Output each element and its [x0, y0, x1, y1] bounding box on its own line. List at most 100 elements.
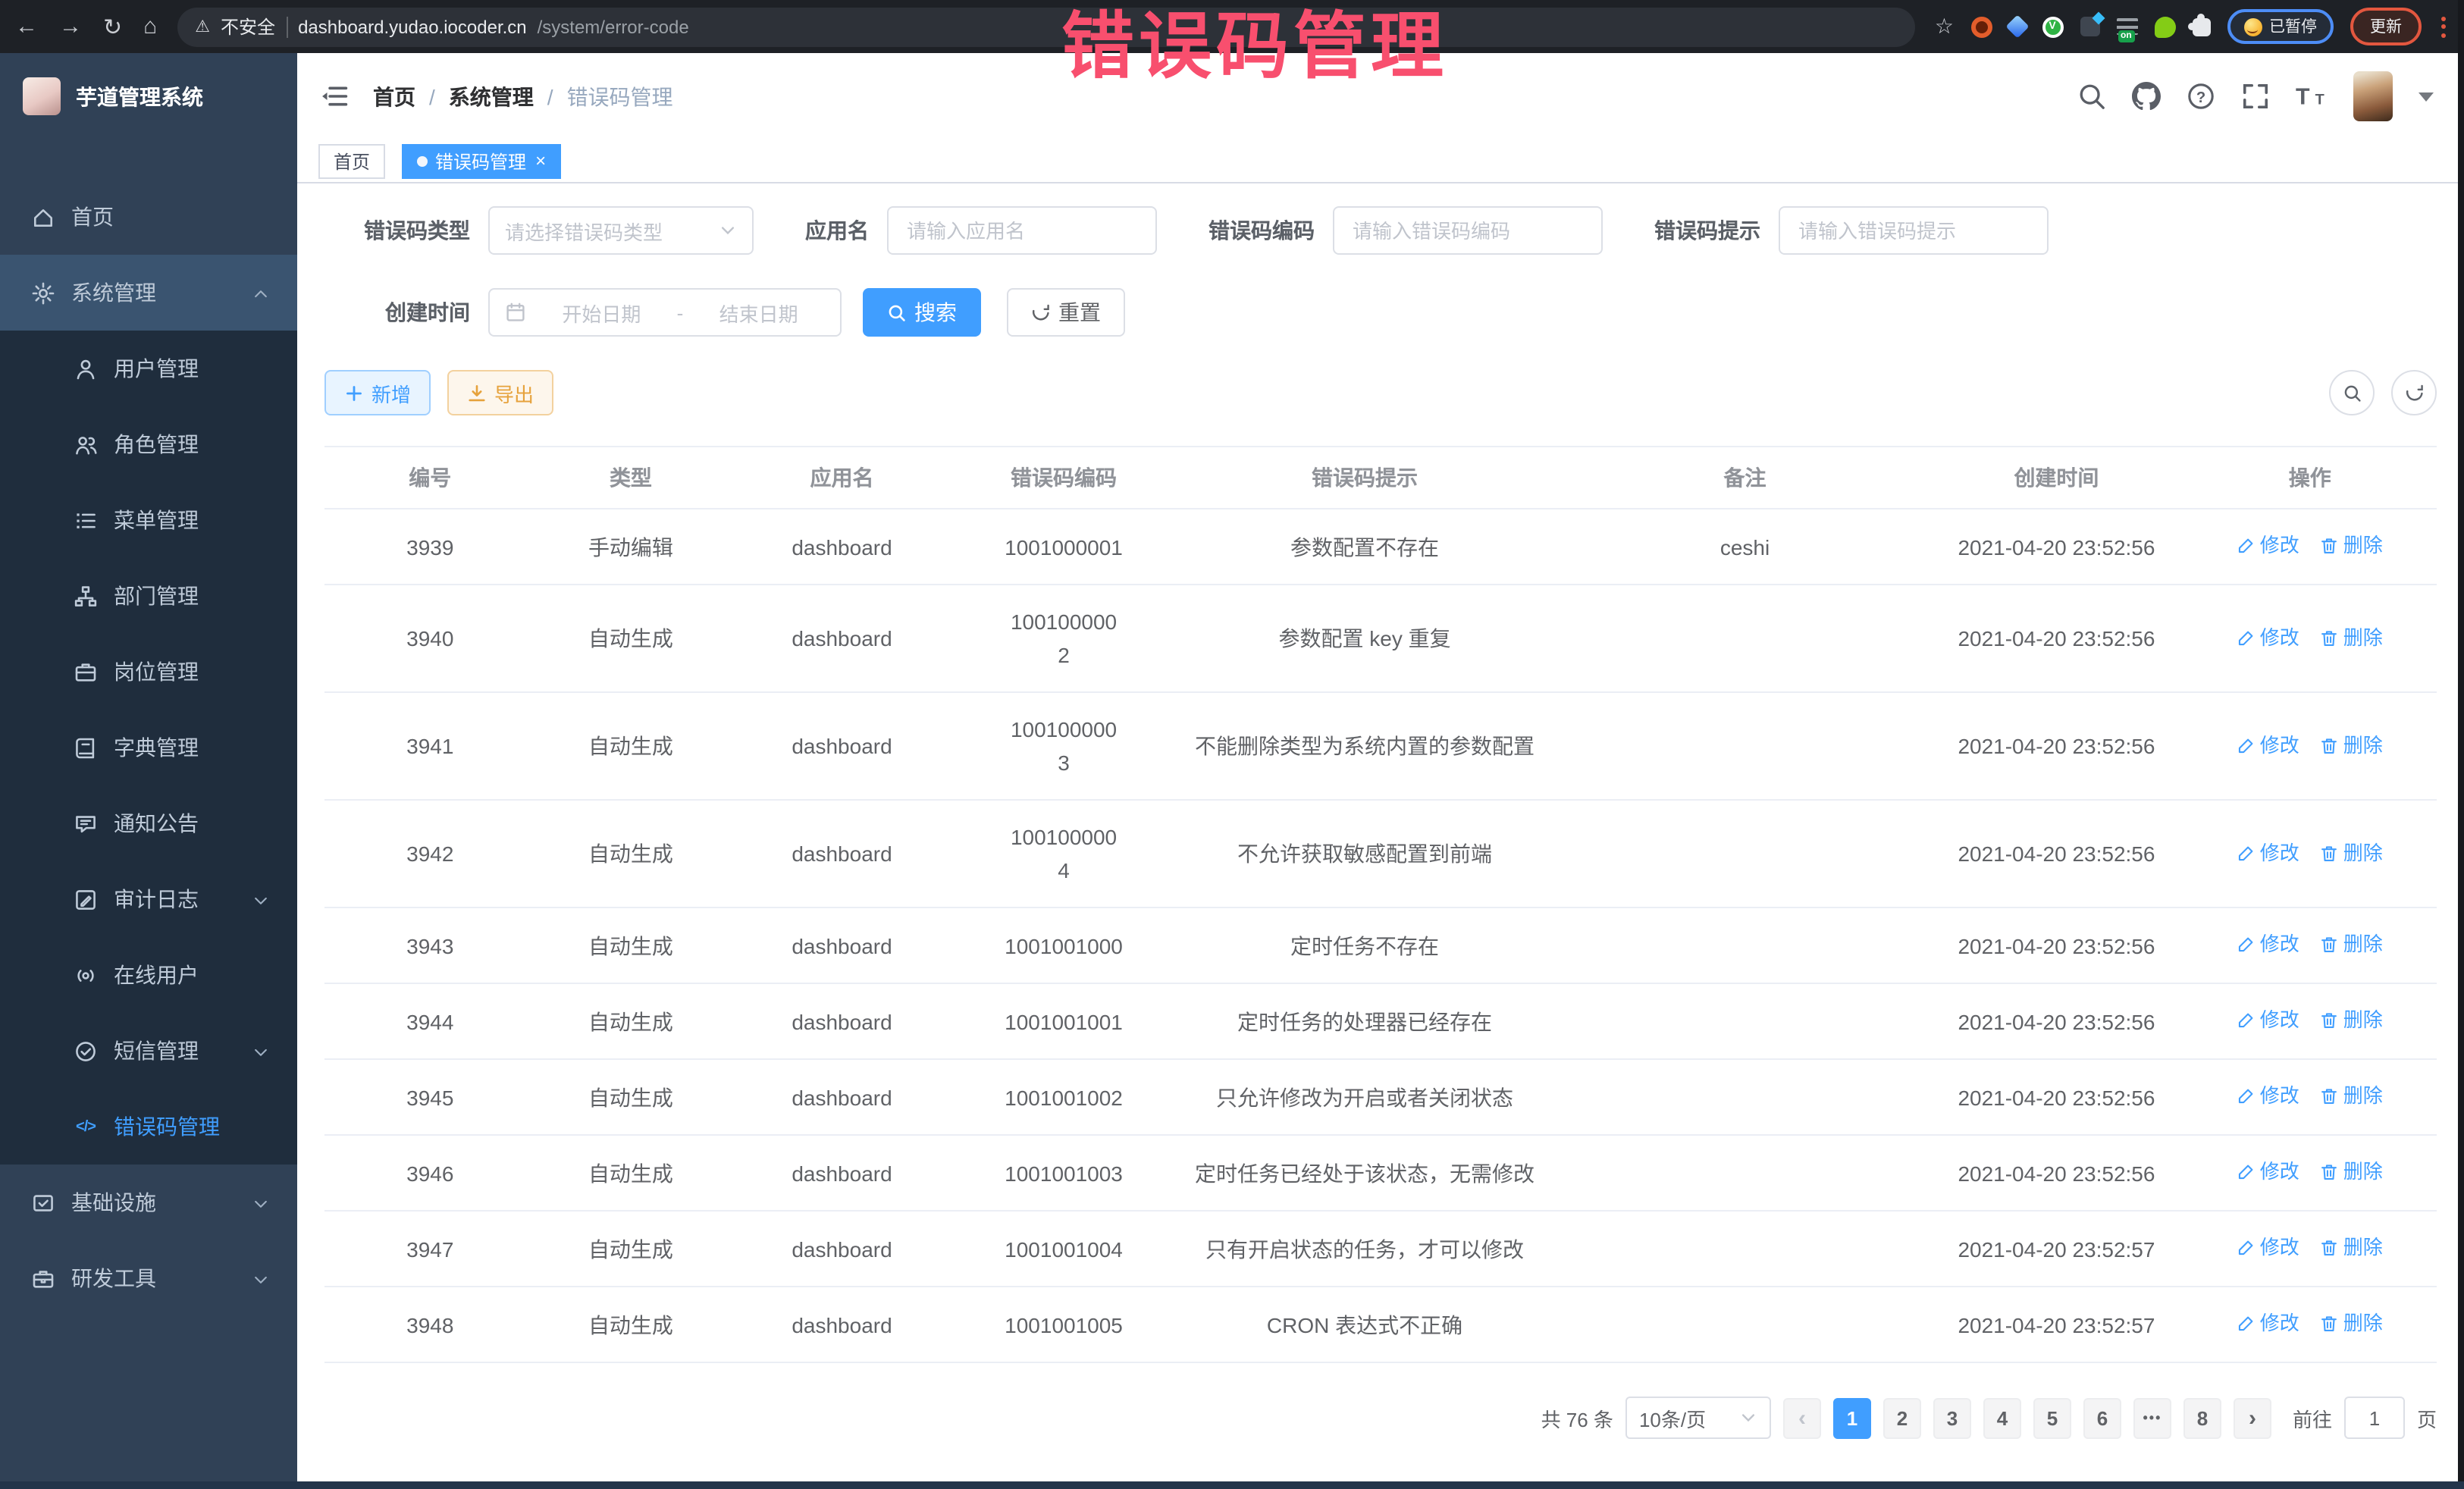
profile-paused-chip[interactable]: 已暂停 [2227, 9, 2334, 44]
page-button-5[interactable]: 5 [2033, 1397, 2071, 1438]
address-bar[interactable]: ⚠ 不安全 dashboard.yudao.iocoder.cn/system/… [177, 7, 1915, 46]
cell-app: dashboard [726, 692, 958, 800]
delete-link[interactable]: 删除 [2321, 1231, 2383, 1265]
page-button-4[interactable]: 4 [1983, 1397, 2021, 1438]
error-hint-input[interactable] [1795, 218, 2032, 243]
browser-menu-icon[interactable] [2438, 16, 2449, 37]
sidebar-item-home[interactable]: 首页 [0, 179, 297, 255]
page-button-3[interactable]: 3 [1933, 1397, 1971, 1438]
fullscreen-icon[interactable] [2241, 82, 2270, 111]
export-button[interactable]: 导出 [447, 370, 553, 415]
sidebar-item-devtools[interactable]: 研发工具 [0, 1240, 297, 1316]
toggle-search-button[interactable] [2329, 370, 2375, 415]
edit-link[interactable]: 修改 [2237, 1080, 2299, 1113]
cell-memo [1560, 908, 1930, 983]
sidebar-item-label: 岗位管理 [114, 657, 199, 687]
delete-link[interactable]: 删除 [2321, 1004, 2383, 1037]
sidebar-item-system[interactable]: 系统管理 [0, 255, 297, 331]
edit-link[interactable]: 修改 [2237, 928, 2299, 961]
edit-link[interactable]: 修改 [2237, 1231, 2299, 1265]
add-button[interactable]: 新增 [324, 370, 431, 415]
delete-link[interactable]: 删除 [2321, 1307, 2383, 1340]
pagination: 共 76 条 10条/页 ‹ 123456•••8 › 前往 页 [324, 1397, 2437, 1439]
breadcrumb-home[interactable]: 首页 [373, 81, 415, 111]
extensions-puzzle-icon[interactable] [2192, 17, 2210, 36]
sidebar-item-audit[interactable]: 审计日志 [0, 861, 297, 937]
extension-leaf-icon[interactable] [2154, 16, 2175, 37]
extension-gem-icon[interactable] [2005, 14, 2028, 38]
help-icon[interactable]: ? [2187, 82, 2215, 111]
cell-id: 3942 [324, 800, 536, 908]
edit-link[interactable]: 修改 [2237, 836, 2299, 870]
sidebar-item-sms[interactable]: 短信管理 [0, 1013, 297, 1089]
edit-link[interactable]: 修改 [2237, 1004, 2299, 1037]
cell-time: 2021-04-20 23:52:56 [1930, 800, 2183, 908]
delete-link[interactable]: 删除 [2321, 529, 2383, 563]
edit-link[interactable]: 修改 [2237, 1155, 2299, 1189]
error-type-select[interactable]: 请选择错误码类型 [488, 206, 754, 255]
emoji-avatar-icon [2243, 17, 2262, 36]
page-button-8[interactable]: 8 [2183, 1397, 2221, 1438]
edit-link[interactable]: 修改 [2237, 1307, 2299, 1340]
sidebar-item-notice[interactable]: 通知公告 [0, 785, 297, 861]
sidebar-item-dict[interactable]: 字典管理 [0, 710, 297, 785]
app-logo[interactable]: 芋道管理系统 [0, 53, 297, 139]
sidebar-item-dept[interactable]: 部门管理 [0, 558, 297, 634]
search-icon[interactable] [2077, 82, 2106, 111]
extension-switch-icon[interactable]: on [2116, 18, 2137, 35]
next-page-button[interactable]: › [2234, 1397, 2271, 1438]
edit-link[interactable]: 修改 [2237, 529, 2299, 563]
search-button[interactable]: 搜索 [863, 288, 981, 337]
goto-page-input[interactable] [2344, 1397, 2405, 1439]
cell-memo [1560, 800, 1930, 908]
error-code-input[interactable] [1350, 218, 1586, 243]
sidebar-item-infra[interactable]: 基础设施 [0, 1165, 297, 1240]
extension-grid-icon[interactable] [2080, 17, 2099, 36]
page-ellipsis[interactable]: ••• [2133, 1397, 2171, 1438]
forward-icon[interactable]: → [59, 14, 82, 39]
page-button-6[interactable]: 6 [2083, 1397, 2121, 1438]
goto-label: 前往 [2293, 1403, 2332, 1432]
sidebar-item-errcode[interactable]: </>错误码管理 [0, 1089, 297, 1165]
tags-view-bar: 首页 错误码管理 × [297, 139, 2464, 183]
tab-error-code[interactable]: 错误码管理 × [402, 143, 561, 178]
delete-link[interactable]: 删除 [2321, 1155, 2383, 1189]
delete-link[interactable]: 删除 [2321, 836, 2383, 870]
app-name-input[interactable] [904, 218, 1140, 243]
delete-link[interactable]: 删除 [2321, 928, 2383, 961]
page-size-select[interactable]: 10条/页 [1625, 1397, 1771, 1439]
page-button-1[interactable]: 1 [1833, 1397, 1871, 1438]
back-icon[interactable]: ← [15, 14, 38, 39]
prev-page-button[interactable]: ‹ [1783, 1397, 1821, 1438]
sidebar-item-user[interactable]: 用户管理 [0, 331, 297, 406]
sidebar-item-menu[interactable]: 菜单管理 [0, 482, 297, 558]
user-avatar[interactable] [2353, 71, 2393, 121]
sidebar-item-role[interactable]: 角色管理 [0, 406, 297, 482]
update-button[interactable]: 更新 [2350, 8, 2422, 45]
delete-link[interactable]: 删除 [2321, 621, 2383, 654]
hamburger-icon[interactable] [320, 82, 349, 111]
delete-link[interactable]: 删除 [2321, 1080, 2383, 1113]
bookmark-star-icon[interactable]: ☆ [1935, 14, 1954, 39]
edit-link[interactable]: 修改 [2237, 729, 2299, 762]
extension-orange-icon[interactable] [1970, 16, 1992, 37]
sidebar-item-online[interactable]: 在线用户 [0, 937, 297, 1013]
github-icon[interactable] [2132, 82, 2161, 111]
reload-icon[interactable]: ↻ [103, 13, 122, 40]
close-icon[interactable]: × [535, 152, 546, 170]
delete-link[interactable]: 删除 [2321, 729, 2383, 762]
sidebar-item-post[interactable]: 岗位管理 [0, 634, 297, 710]
date-range-picker[interactable]: 开始日期 - 结束日期 [488, 288, 842, 337]
reset-button[interactable]: 重置 [1007, 288, 1125, 337]
breadcrumb-system[interactable]: 系统管理 [449, 81, 534, 111]
goto-suffix: 页 [2417, 1403, 2437, 1432]
cell-code: 1001000001 [958, 509, 1170, 585]
extension-vue-devtools-icon[interactable]: V [2042, 16, 2063, 37]
font-size-icon[interactable]: TT [2296, 82, 2328, 111]
page-button-2[interactable]: 2 [1883, 1397, 1921, 1438]
chevron-down-icon[interactable] [2419, 92, 2434, 101]
home-icon[interactable]: ⌂ [143, 14, 157, 39]
edit-link[interactable]: 修改 [2237, 621, 2299, 654]
tab-home[interactable]: 首页 [318, 143, 385, 178]
refresh-button[interactable] [2391, 370, 2437, 415]
